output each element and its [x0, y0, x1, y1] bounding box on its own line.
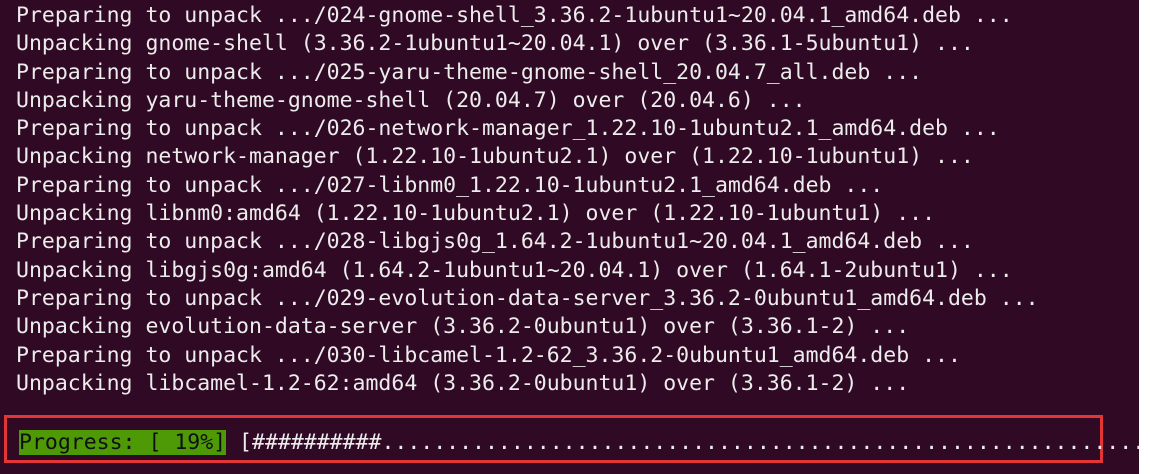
terminal-line: Unpacking yaru-theme-gnome-shell (20.04.… [16, 87, 806, 113]
terminal-output: Preparing to unpack .../024-gnome-shell_… [16, 2, 1039, 398]
terminal-line: Unpacking gnome-shell (3.36.2-1ubuntu1~2… [16, 31, 974, 57]
page-margin [1139, 0, 1150, 474]
terminal-line: Preparing to unpack .../027-libnm0_1.22.… [16, 172, 884, 198]
terminal-line: Unpacking libgjs0g:amd64 (1.64.2-1ubuntu… [16, 257, 1013, 283]
terminal-line: Unpacking network-manager (1.22.10-1ubun… [16, 144, 974, 170]
terminal-line: Unpacking libcamel-1.2-62:amd64 (3.36.2-… [16, 370, 910, 396]
progress-label: Progress: [ 19%] [19, 430, 227, 455]
terminal-line: Preparing to unpack .../029-evolution-da… [16, 285, 1039, 311]
progress-bar: [##########.............................… [226, 430, 1139, 455]
terminal-line: Preparing to unpack .../024-gnome-shell_… [16, 3, 1013, 28]
progress-line: Progress: [ 19%] [##########............… [19, 430, 1139, 455]
terminal-line: Unpacking libnm0:amd64 (1.22.10-1ubuntu2… [16, 201, 936, 227]
terminal-line: Preparing to unpack .../025-yaru-theme-g… [16, 59, 923, 85]
progress-highlight-box: Progress: [ 19%] [##########............… [4, 415, 1139, 463]
terminal-line: Preparing to unpack .../028-libgjs0g_1.6… [16, 229, 974, 255]
terminal-window[interactable]: Preparing to unpack .../024-gnome-shell_… [0, 0, 1139, 474]
terminal-line: Preparing to unpack .../026-network-mana… [16, 116, 1000, 142]
terminal-line: Unpacking evolution-data-server (3.36.2-… [16, 314, 910, 340]
terminal-line: Preparing to unpack .../030-libcamel-1.2… [16, 342, 961, 368]
